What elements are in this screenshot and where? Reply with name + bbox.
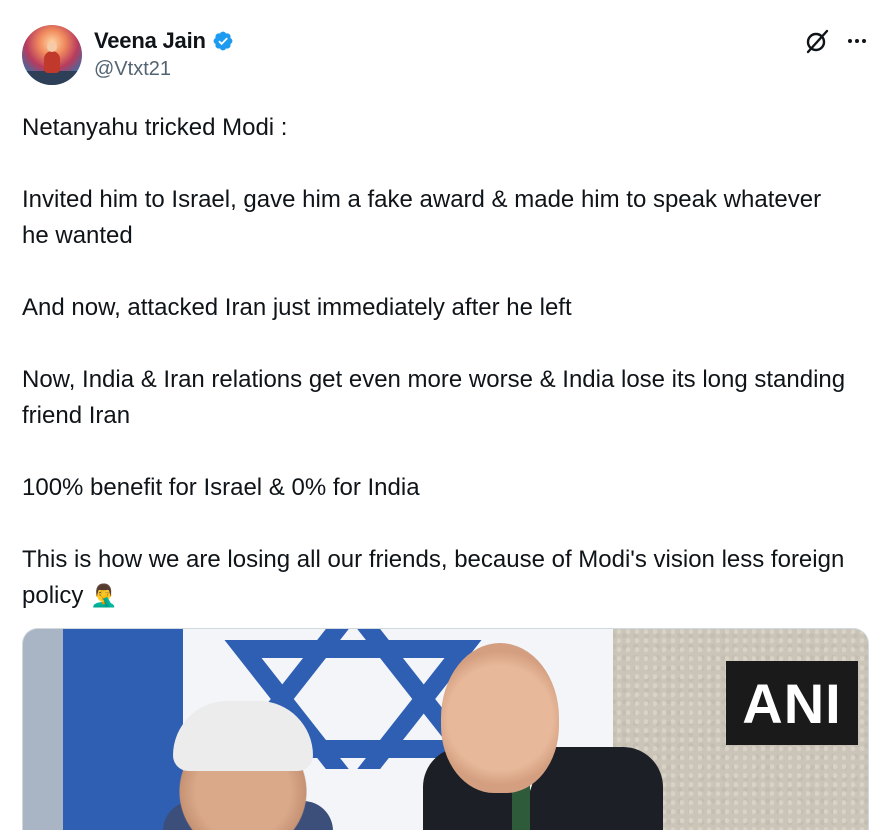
person-left-hair (173, 701, 313, 771)
tweet-paragraph: Now, India & Iran relations get even mor… (22, 366, 846, 429)
grok-icon[interactable] (803, 27, 831, 55)
tweet-paragraph: And now, attacked Iran just immediately … (22, 294, 572, 321)
tweet-paragraph: 100% benefit for Israel & 0% for India (22, 474, 420, 501)
tweet-text: Netanyahu tricked Modi : Invited him to … (22, 110, 852, 614)
avatar-figure (44, 51, 60, 73)
author-display-name[interactable]: Veena Jain (94, 28, 206, 54)
flag-blue-stripe (53, 629, 183, 830)
author-name-row: Veena Jain (94, 28, 234, 54)
author-avatar[interactable] (22, 25, 82, 85)
avatar-figure-head (47, 42, 57, 52)
flag-fold (23, 629, 63, 830)
person-right-head (441, 643, 559, 793)
tweet-paragraph: Netanyahu tricked Modi : (22, 114, 288, 141)
avatar-ground (22, 71, 82, 85)
ani-watermark-logo: ANI (726, 661, 858, 745)
facepalm-emoji-icon: 🤦‍♂️ (90, 583, 118, 608)
more-options-icon[interactable] (845, 27, 869, 55)
author-handle[interactable]: @Vtxt21 (94, 58, 171, 81)
tweet-paragraph-last: This is how we are losing all our friend… (22, 542, 852, 614)
tweet-paragraph: Invited him to Israel, gave him a fake a… (22, 186, 822, 249)
tweet-paragraph-text: This is how we are losing all our friend… (22, 546, 845, 609)
verified-badge-icon[interactable] (212, 30, 234, 52)
tweet-media-photo[interactable]: ANI (22, 628, 869, 830)
